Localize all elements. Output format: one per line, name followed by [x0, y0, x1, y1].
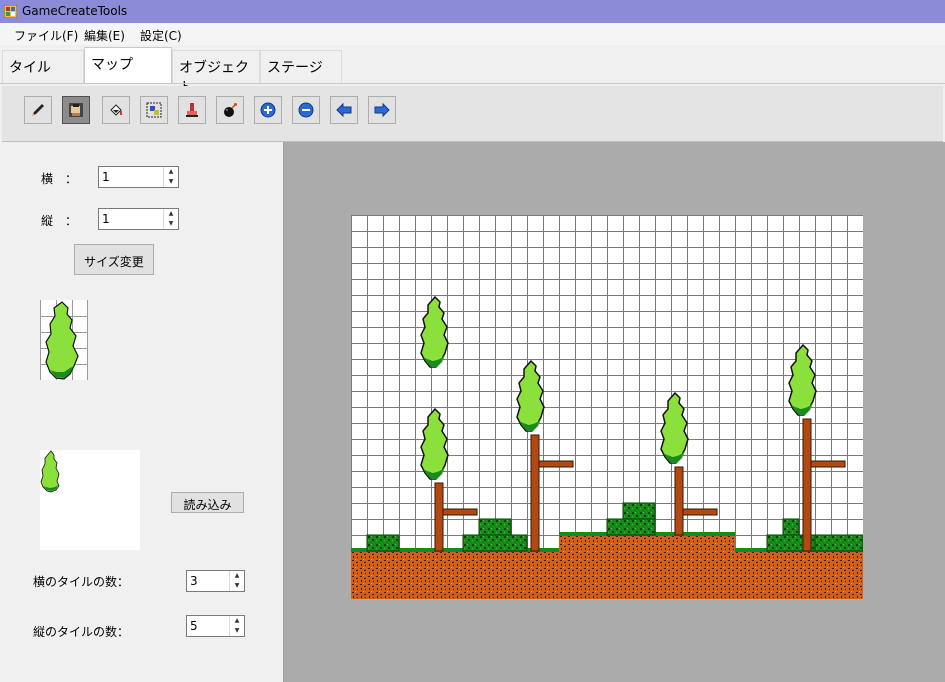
eraser-icon: [186, 103, 198, 117]
arrow-right-icon: [374, 102, 390, 118]
arrow-left-icon: [336, 102, 352, 118]
selected-tile-preview: [40, 300, 88, 380]
fill-icon: [110, 104, 122, 116]
cols-up-icon[interactable]: ▲: [230, 571, 244, 581]
zoom-out-button[interactable]: [292, 96, 320, 124]
zoom-out-icon: [298, 102, 314, 118]
arrow-left-button[interactable]: [330, 96, 358, 124]
window-title: GameCreateTools: [22, 4, 128, 18]
tree-tile-icon: [40, 300, 88, 380]
title-bar: GameCreateTools: [0, 0, 945, 23]
height-value: 1: [102, 212, 110, 226]
height-stepper-arrows[interactable]: ▲ ▼: [163, 209, 178, 229]
left-panel: 横 ： 1 ▲ ▼ 縦 ： 1 ▲ ▼ サイズ変更 読み込み 横のタイルの数： …: [8, 142, 284, 682]
height-stepper[interactable]: 1 ▲ ▼: [98, 208, 179, 230]
eraser-button[interactable]: [178, 96, 206, 124]
menu-file[interactable]: ファイル(F): [14, 27, 78, 44]
tile-rows-arrows[interactable]: ▲ ▼: [229, 616, 244, 636]
tileset-preview: [40, 450, 140, 550]
menu-bar: ファイル(F) 編集(E) 設定(C): [0, 23, 945, 45]
rows-up-icon[interactable]: ▲: [230, 616, 244, 626]
tab-object[interactable]: オブジェクト: [172, 50, 260, 96]
arrow-right-button[interactable]: [368, 96, 396, 124]
menu-edit[interactable]: 編集(E): [84, 27, 125, 44]
bomb-button[interactable]: [216, 96, 244, 124]
map-grid[interactable]: [351, 215, 863, 599]
tab-map[interactable]: マップ: [84, 47, 172, 83]
width-up-icon[interactable]: ▲: [164, 167, 178, 177]
tab-strip: タイル マップ オブジェクト ステージ: [0, 45, 945, 96]
cols-down-icon[interactable]: ▼: [230, 581, 244, 591]
load-tileset-button[interactable]: 読み込み: [171, 492, 244, 513]
map-scene: [351, 296, 863, 599]
zoom-in-button[interactable]: [254, 96, 282, 124]
pencil-button[interactable]: [24, 96, 52, 124]
height-up-icon[interactable]: ▲: [164, 209, 178, 219]
tab-divider: [0, 83, 945, 84]
stamp-button[interactable]: [62, 96, 90, 124]
width-stepper-arrows[interactable]: ▲ ▼: [163, 167, 178, 187]
menu-settings[interactable]: 設定(C): [140, 27, 182, 44]
rows-down-icon[interactable]: ▼: [230, 626, 244, 636]
width-value: 1: [102, 170, 110, 184]
tile-rows-value: 5: [190, 619, 198, 633]
app-icon: [4, 5, 17, 18]
width-down-icon[interactable]: ▼: [164, 177, 178, 187]
select-icon: [146, 102, 162, 118]
width-label: 横 ：: [41, 172, 78, 186]
width-stepper[interactable]: 1 ▲ ▼: [98, 166, 179, 188]
tile-columns-stepper[interactable]: 3 ▲ ▼: [186, 570, 245, 592]
tab-stage[interactable]: ステージ: [260, 50, 342, 83]
height-label: 縦 ：: [41, 214, 78, 228]
bomb-icon: [224, 103, 237, 117]
select-button[interactable]: [140, 96, 168, 124]
pencil-icon: [32, 104, 44, 116]
tile-rows-stepper[interactable]: 5 ▲ ▼: [186, 615, 245, 637]
resize-button[interactable]: サイズ変更: [74, 244, 154, 275]
zoom-in-icon: [260, 102, 276, 118]
height-down-icon[interactable]: ▼: [164, 219, 178, 229]
tile-columns-value: 3: [190, 574, 198, 588]
tile-rows-label: 縦のタイルの数：: [33, 625, 130, 639]
map-canvas-area[interactable]: [284, 142, 945, 682]
tab-tile[interactable]: タイル: [2, 50, 84, 83]
fill-button[interactable]: [102, 96, 130, 124]
stamp-icon: [69, 103, 83, 117]
tile-columns-label: 横のタイルの数：: [33, 575, 130, 589]
tileset-tree-icon: [40, 450, 60, 493]
tile-columns-arrows[interactable]: ▲ ▼: [229, 571, 244, 591]
toolbar: [2, 86, 943, 142]
